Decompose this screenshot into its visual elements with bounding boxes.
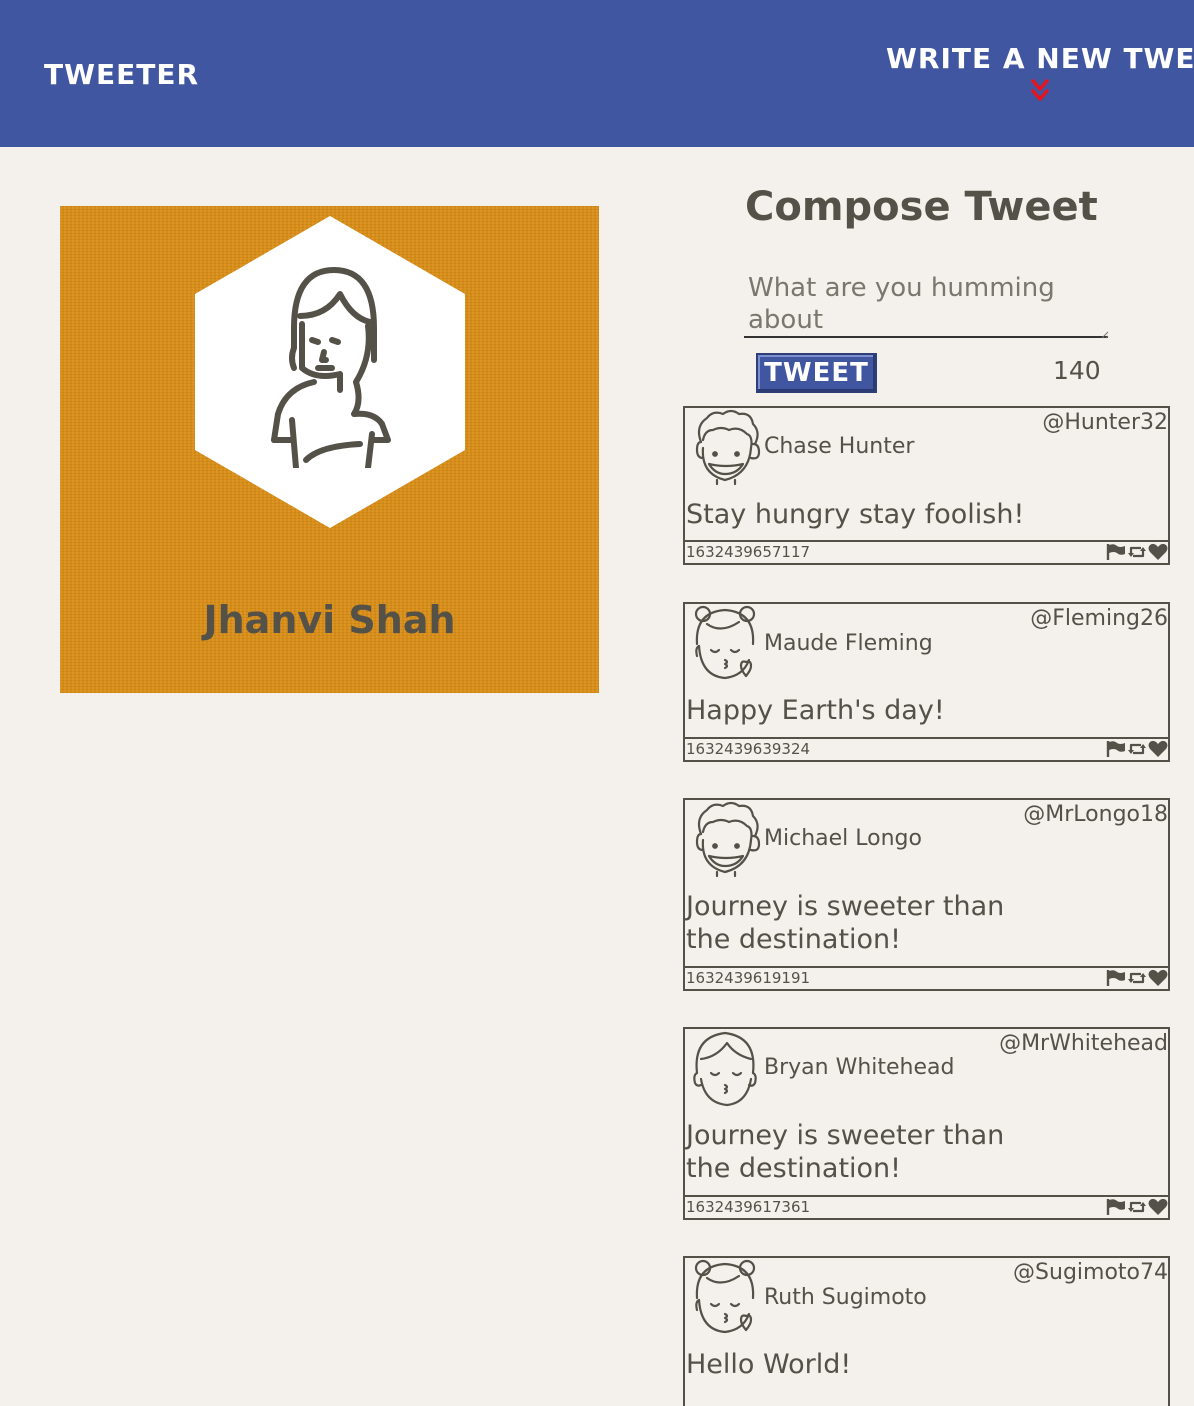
resize-grip-icon[interactable] xyxy=(1100,330,1109,339)
tweet-author-handle: @MrLongo18 xyxy=(1023,802,1168,827)
retweet-icon[interactable] xyxy=(1127,1198,1147,1216)
tweet-submit-button[interactable]: TWEET xyxy=(756,353,877,393)
tweet-author-name: Michael Longo xyxy=(764,826,922,851)
tweet-body: Hello World! xyxy=(686,1349,852,1380)
curly-hair-boy-avatar-icon xyxy=(687,800,763,878)
retweet-icon[interactable] xyxy=(1127,543,1147,561)
tweet-author-handle: @Sugimoto74 xyxy=(1013,1260,1168,1285)
tweet-author-handle: @Fleming26 xyxy=(1030,606,1168,631)
char-counter: 140 xyxy=(1053,356,1101,385)
tweet-body: Happy Earth's day! xyxy=(686,695,945,726)
tweet-actions xyxy=(1106,1198,1168,1216)
tweet-actions xyxy=(1106,543,1168,561)
flag-icon[interactable] xyxy=(1106,543,1126,561)
tweet-footer: 1632439619191 xyxy=(685,966,1168,989)
retweet-icon[interactable] xyxy=(1127,740,1147,758)
tweet-footer: 1632439617361 xyxy=(685,1195,1168,1218)
tweet-card: Bryan Whitehead @MrWhitehead Journey is … xyxy=(683,1027,1170,1220)
flag-icon[interactable] xyxy=(1106,740,1126,758)
tweet-author-handle: @Hunter32 xyxy=(1042,410,1168,435)
tweet-author-handle: @MrWhitehead xyxy=(999,1031,1168,1056)
tweet-footer: 1632439639324 xyxy=(685,737,1168,760)
heart-icon[interactable] xyxy=(1148,543,1168,561)
tweet-card: Michael Longo @MrLongo18 Journey is swee… xyxy=(683,798,1170,991)
tweet-timestamp: 1632439617361 xyxy=(686,1198,811,1216)
heart-icon[interactable] xyxy=(1148,1198,1168,1216)
tweet-author-name: Bryan Whitehead xyxy=(764,1055,955,1080)
heart-icon[interactable] xyxy=(1148,740,1168,758)
profile-name: Jhanvi Shah xyxy=(203,598,456,642)
tweet-body: Journey is sweeter than the destination! xyxy=(686,1120,1005,1184)
tweet-card: Ruth Sugimoto @Sugimoto74 Hello World! xyxy=(683,1256,1170,1406)
tweet-timestamp: 1632439619191 xyxy=(686,969,811,987)
tweet-author-name: Chase Hunter xyxy=(764,434,915,459)
compose-title: Compose Tweet xyxy=(745,184,1098,230)
retweet-icon[interactable] xyxy=(1127,969,1147,987)
write-new-tweet-link[interactable]: WRITE A NEW TWEET xyxy=(886,42,1194,101)
tweet-footer: 1632439657117 xyxy=(685,540,1168,563)
tweet-card: Maude Fleming @Fleming26 Happy Earth's d… xyxy=(683,602,1170,762)
tweet-body: Journey is sweeter than the destination! xyxy=(686,891,1005,955)
tweet-timestamp: 1632439639324 xyxy=(686,740,811,758)
profile-avatar-icon xyxy=(271,267,391,468)
girl-kiss-avatar-icon xyxy=(687,1258,763,1336)
curly-hair-boy-avatar-icon xyxy=(687,408,763,486)
tweet-actions xyxy=(1106,969,1168,987)
heart-icon[interactable] xyxy=(1148,969,1168,987)
tweet-text-input[interactable] xyxy=(744,270,1108,338)
top-nav: TWEETER WRITE A NEW TWEET xyxy=(0,0,1194,147)
tweet-body: Stay hungry stay foolish! xyxy=(686,499,1025,530)
girl-kiss-avatar-icon xyxy=(687,604,763,682)
double-chevron-down-icon[interactable] xyxy=(1030,78,1050,104)
brand-logo[interactable]: TWEETER xyxy=(44,58,199,91)
boy-kiss-avatar-icon xyxy=(687,1029,763,1107)
flag-icon[interactable] xyxy=(1106,969,1126,987)
write-new-tweet-label[interactable]: WRITE A NEW TWEET xyxy=(886,42,1194,75)
tweet-author-name: Ruth Sugimoto xyxy=(764,1285,927,1310)
profile-card: Jhanvi Shah xyxy=(60,206,599,693)
tweet-card: Chase Hunter @Hunter32 Stay hungry stay … xyxy=(683,406,1170,565)
flag-icon[interactable] xyxy=(1106,1198,1126,1216)
tweet-actions xyxy=(1106,740,1168,758)
tweet-timestamp: 1632439657117 xyxy=(686,543,811,561)
tweet-author-name: Maude Fleming xyxy=(764,631,933,656)
